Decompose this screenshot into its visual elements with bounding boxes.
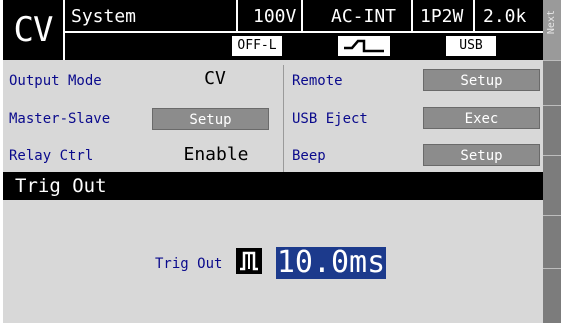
- softkey-separator: [543, 60, 561, 61]
- column-divider: [283, 65, 284, 175]
- voltage-range: 100V: [253, 6, 297, 27]
- next-label: Next: [546, 10, 557, 35]
- header-divider: [301, 0, 303, 31]
- output-mode-label: Output Mode: [9, 73, 102, 89]
- softkey-separator: [543, 105, 561, 106]
- relay-ctrl-value[interactable]: Enable: [173, 144, 259, 165]
- mode-indicator: CV: [3, 0, 63, 60]
- relay-ctrl-label: Relay Ctrl: [9, 148, 94, 164]
- header-divider: [236, 0, 238, 31]
- status-header: CV System 100V AC-INT 1P2W 2.0k OFF-L US…: [3, 0, 543, 60]
- input-source: AC-INT: [331, 6, 397, 27]
- phase-mode: 1P2W: [420, 6, 464, 27]
- softkey-separator: [543, 268, 561, 269]
- softkey-separator: [543, 215, 561, 216]
- trig-out-panel: Trig Out 10.0ms: [3, 200, 543, 323]
- trig-out-label: Trig Out: [155, 256, 223, 272]
- usb-indicator: USB: [445, 35, 497, 57]
- header-divider: [473, 0, 475, 31]
- pulse-icon: [236, 248, 262, 274]
- softkey-strip: Next: [543, 0, 561, 323]
- beep-label: Beep: [292, 148, 326, 164]
- header-row-divider: [63, 31, 543, 33]
- master-slave-label: Master-Slave: [9, 111, 111, 127]
- system-label: System: [71, 6, 137, 27]
- power-capacity: 2.0k: [483, 6, 527, 27]
- header-divider: [63, 0, 65, 60]
- remote-label: Remote: [292, 73, 343, 89]
- output-state-badge: OFF-L: [231, 35, 283, 57]
- instrument-screen: CV System 100V AC-INT 1P2W 2.0k OFF-L US…: [3, 0, 561, 323]
- master-slave-setup-button[interactable]: Setup: [152, 108, 269, 130]
- output-mode-value[interactable]: CV: [191, 68, 239, 89]
- trig-out-value-field[interactable]: 10.0ms: [276, 247, 386, 279]
- remote-setup-button[interactable]: Setup: [423, 69, 540, 91]
- beep-setup-button[interactable]: Setup: [423, 144, 540, 166]
- trig-out-panel-title: Trig Out: [3, 172, 543, 200]
- square-wave-icon: [337, 35, 391, 57]
- header-divider: [411, 0, 413, 31]
- softkey-separator: [543, 155, 561, 156]
- usb-eject-label: USB Eject: [292, 111, 368, 127]
- next-softkey[interactable]: Next: [543, 0, 561, 60]
- usb-eject-exec-button[interactable]: Exec: [423, 107, 540, 129]
